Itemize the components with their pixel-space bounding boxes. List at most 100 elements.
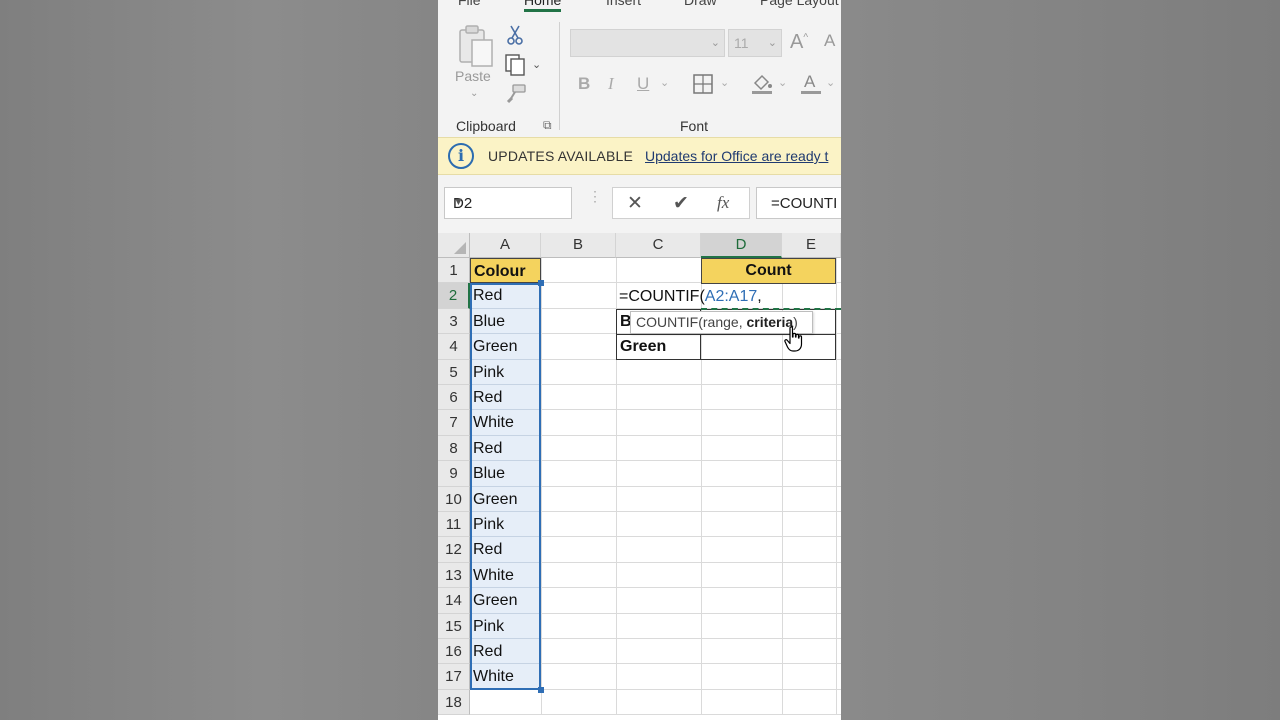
formula-buttons: ✕ ✔ fx xyxy=(612,187,750,219)
italic-icon[interactable]: I xyxy=(608,75,614,92)
cell-a4[interactable]: Green xyxy=(470,334,541,360)
paste-icon xyxy=(459,25,493,67)
chevron-down-icon[interactable]: ⌄ xyxy=(826,78,835,89)
cell-a14[interactable]: Green xyxy=(470,588,541,614)
row-header-2[interactable]: 2 xyxy=(438,283,470,309)
cell-a2[interactable]: Red xyxy=(470,283,541,309)
cell-a17[interactable]: White xyxy=(470,664,541,690)
row-header-6[interactable]: 6 xyxy=(438,385,470,411)
row-header-10[interactable]: 10 xyxy=(438,486,470,512)
column-header-a[interactable]: A xyxy=(470,233,541,258)
editor-range-ref: A2:A17 xyxy=(704,288,758,305)
spreadsheet-grid: A B C D E 1 2 3 4 5 6 7 8 9 10 11 12 13 14 15 16 17 18 Co… xyxy=(438,233,841,720)
cut-icon[interactable] xyxy=(506,24,524,46)
enter-icon[interactable]: ✔ xyxy=(673,192,689,215)
paste-button[interactable]: Paste ⌄ xyxy=(452,22,500,102)
cell-a1[interactable]: Colour xyxy=(470,258,541,284)
range-handle-bottom[interactable] xyxy=(538,687,544,693)
hand-cursor-icon xyxy=(784,326,803,352)
row-header-4[interactable]: 4 xyxy=(438,334,470,360)
copy-icon[interactable] xyxy=(504,53,528,77)
tooltip-args-prefix: (range, xyxy=(698,314,747,330)
row-header-14[interactable]: 14 xyxy=(438,588,470,614)
cell-a16[interactable]: Red xyxy=(470,639,541,665)
cancel-icon[interactable]: ✕ xyxy=(627,192,643,215)
borders-icon[interactable] xyxy=(692,73,714,95)
font-size-box[interactable]: 11 ⌄ xyxy=(728,29,782,57)
row-header-1[interactable]: 1 xyxy=(438,258,470,284)
tab-file[interactable]: File xyxy=(458,0,481,8)
updates-title: UPDATES AVAILABLE xyxy=(488,148,634,164)
increase-font-size-icon[interactable]: A^ xyxy=(790,32,808,52)
cell-c4[interactable]: Green xyxy=(616,334,701,360)
more-options-icon[interactable]: ⋮ xyxy=(588,189,602,203)
cell-d4[interactable] xyxy=(700,334,836,360)
ribbon: File Home Insert Draw Page Layout Paste … xyxy=(438,0,841,137)
bold-icon[interactable]: B xyxy=(578,75,590,92)
underline-icon[interactable]: U xyxy=(637,75,649,92)
name-box[interactable]: D2 ▼ xyxy=(444,187,572,219)
row-header-7[interactable]: 7 xyxy=(438,410,470,436)
tooltip-function[interactable]: COUNTIF xyxy=(636,314,698,330)
row-header-5[interactable]: 5 xyxy=(438,359,470,385)
column-header-c[interactable]: C xyxy=(616,233,701,258)
dialog-launcher-icon[interactable]: ⧉ xyxy=(543,118,552,133)
cell-a8[interactable]: Red xyxy=(470,435,541,462)
cell-c4-text: Green xyxy=(620,338,667,355)
editor-prefix: =COUNTIF( xyxy=(619,288,705,305)
decrease-font-size-icon[interactable]: A xyxy=(824,32,835,49)
column-header-d[interactable]: D xyxy=(701,233,782,258)
row-header-12[interactable]: 12 xyxy=(438,537,470,563)
row-header-17[interactable]: 17 xyxy=(438,664,470,690)
row-header-13[interactable]: 13 xyxy=(438,562,470,589)
grid-hline xyxy=(470,714,841,716)
fill-color-icon[interactable] xyxy=(750,71,774,95)
chevron-down-icon[interactable]: ⌄ xyxy=(720,78,729,89)
cell-a9[interactable]: Blue xyxy=(470,461,541,487)
row-header-11[interactable]: 11 xyxy=(438,512,470,538)
info-icon: i xyxy=(448,143,474,169)
cell-a5[interactable]: Pink xyxy=(470,359,541,385)
cell-a10[interactable]: Green xyxy=(470,486,541,512)
updates-link[interactable]: Updates for Office are ready t xyxy=(645,148,828,164)
editor-suffix: , xyxy=(757,288,762,305)
paste-label: Paste xyxy=(455,68,491,84)
font-name-box[interactable]: ⌄ xyxy=(570,29,725,57)
column-header-e[interactable]: E xyxy=(782,233,841,258)
tab-home[interactable]: Home xyxy=(524,0,562,12)
chevron-down-icon[interactable]: ⌄ xyxy=(778,78,787,89)
row-header-16[interactable]: 16 xyxy=(438,639,470,665)
chevron-down-icon: ⌄ xyxy=(710,37,720,49)
column-header-b[interactable]: B xyxy=(541,233,616,258)
chevron-down-icon[interactable]: ⌄ xyxy=(660,78,669,89)
copy-dropdown-icon[interactable]: ⌄ xyxy=(532,58,541,71)
format-painter-icon[interactable] xyxy=(505,83,527,105)
cell-a15[interactable]: Pink xyxy=(470,613,541,639)
cell-a6[interactable]: Red xyxy=(470,385,541,411)
cell-a11[interactable]: Pink xyxy=(470,512,541,538)
cell-a13[interactable]: White xyxy=(470,562,541,589)
cell-a7[interactable]: White xyxy=(470,410,541,436)
active-cell-border xyxy=(701,308,841,310)
font-color-icon[interactable]: A xyxy=(800,71,822,95)
cell-d1[interactable]: Count xyxy=(701,258,836,284)
row-header-18[interactable]: 18 xyxy=(438,689,470,716)
row-header-3[interactable]: 3 xyxy=(438,308,470,335)
row-header-9[interactable]: 9 xyxy=(438,461,470,487)
cell-a3[interactable]: Blue xyxy=(470,308,541,335)
row-header-8[interactable]: 8 xyxy=(438,435,470,462)
range-handle-top[interactable] xyxy=(538,280,544,286)
insert-function-icon[interactable]: fx xyxy=(717,193,729,213)
background-left xyxy=(0,0,438,720)
formula-input[interactable]: =COUNTI xyxy=(756,187,841,219)
formula-bar: D2 ▼ ⋮ ✕ ✔ fx =COUNTI xyxy=(438,175,841,233)
cell-a12[interactable]: Red xyxy=(470,537,541,563)
select-all-button[interactable] xyxy=(438,233,470,258)
excel-window: File Home Insert Draw Page Layout Paste … xyxy=(438,0,841,720)
tab-draw[interactable]: Draw xyxy=(684,0,717,8)
tab-page-layout[interactable]: Page Layout xyxy=(760,0,839,8)
row-header-15[interactable]: 15 xyxy=(438,613,470,639)
cell-editor[interactable]: =COUNTIF(A2:A17, xyxy=(616,284,841,310)
tab-insert[interactable]: Insert xyxy=(606,0,641,8)
chevron-down-icon[interactable]: ▼ xyxy=(453,196,563,208)
